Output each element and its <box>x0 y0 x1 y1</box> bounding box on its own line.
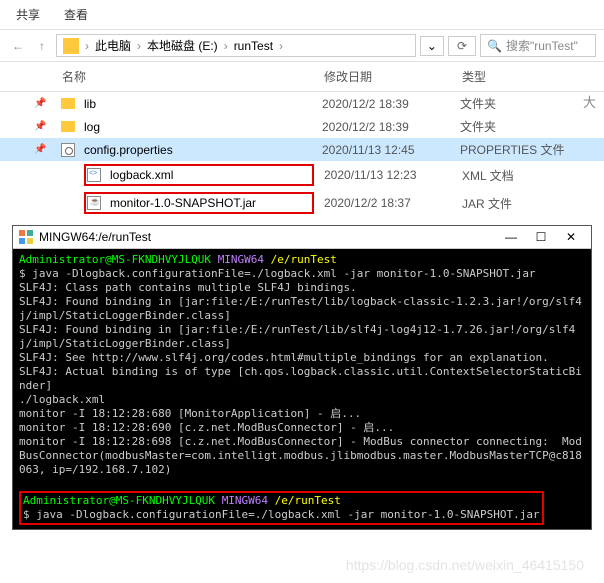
cfg-icon <box>60 142 76 158</box>
back-icon[interactable]: ← <box>8 36 28 56</box>
file-row[interactable]: logback.xml 2020/11/13 12:23XML 文档 <box>0 161 604 189</box>
file-type: JAR 文件 <box>462 195 604 212</box>
file-name: logback.xml <box>110 168 173 182</box>
file-date: 2020/11/13 12:23 <box>324 168 462 182</box>
file-date: 2020/12/2 18:39 <box>322 120 460 134</box>
search-icon: 🔍 <box>487 39 502 53</box>
bc-this-pc[interactable]: 此电脑 <box>95 37 131 54</box>
bc-drive[interactable]: 本地磁盘 (E:) <box>147 37 218 54</box>
chevron-right-icon: › <box>137 39 141 53</box>
watermark: https://blog.csdn.net/weixin_46415150 <box>346 557 584 573</box>
file-row[interactable]: 📌 log2020/12/2 18:39文件夹 <box>0 115 604 138</box>
folder-icon <box>60 119 76 135</box>
chevron-right-icon: › <box>85 39 89 53</box>
jar-icon <box>86 195 102 211</box>
file-row[interactable]: monitor-1.0-SNAPSHOT.jar 2020/12/2 18:37J… <box>0 189 604 217</box>
minimize-button[interactable]: — <box>505 230 517 244</box>
xml-icon <box>86 167 102 183</box>
col-size[interactable]: 大 <box>583 92 596 111</box>
breadcrumb[interactable]: › 此电脑 › 本地磁盘 (E:) › runTest › <box>56 34 416 57</box>
col-name[interactable]: 名称 <box>62 68 324 85</box>
share-menu[interactable]: 共享 <box>16 6 40 23</box>
file-date: 2020/11/13 12:45 <box>322 143 460 157</box>
file-type: 文件夹 <box>460 118 604 135</box>
view-menu[interactable]: 查看 <box>64 6 88 23</box>
chevron-right-icon: › <box>224 39 228 53</box>
dropdown-button[interactable]: ⌄ <box>420 36 444 56</box>
file-name: config.properties <box>84 143 322 157</box>
refresh-button[interactable]: ⟳ <box>448 36 476 56</box>
col-date[interactable]: 修改日期 <box>324 68 462 85</box>
refresh-icon: ⟳ <box>457 39 467 53</box>
file-name: monitor-1.0-SNAPSHOT.jar <box>110 196 256 210</box>
file-type: PROPERTIES 文件 <box>460 141 604 158</box>
maximize-button[interactable]: ☐ <box>535 230 547 244</box>
search-input[interactable]: 🔍 搜索"runTest" <box>480 34 596 57</box>
file-type: XML 文档 <box>462 167 604 184</box>
search-placeholder: 搜索"runTest" <box>506 37 578 54</box>
file-name: lib <box>84 97 322 111</box>
file-row[interactable]: 📌 config.properties2020/11/13 12:45PROPER… <box>0 138 604 161</box>
chevron-down-icon: ⌄ <box>427 39 437 53</box>
file-date: 2020/12/2 18:39 <box>322 97 460 111</box>
mingw-logo-icon <box>19 230 33 244</box>
terminal-window: MINGW64:/e/runTest — ☐ ✕ Administrator@M… <box>12 225 592 530</box>
bc-folder[interactable]: runTest <box>234 39 273 53</box>
close-button[interactable]: ✕ <box>565 230 577 244</box>
col-type[interactable]: 类型 <box>462 68 604 85</box>
terminal-body[interactable]: Administrator@MS-FKNDHVYJLQUK MINGW64 /e… <box>13 249 591 529</box>
file-name: log <box>84 120 322 134</box>
up-icon[interactable]: ↑ <box>32 36 52 56</box>
folder-icon <box>63 38 79 54</box>
pin-icon: 📌 <box>34 121 46 132</box>
folder-icon <box>60 96 76 112</box>
terminal-title: MINGW64:/e/runTest <box>39 230 505 244</box>
chevron-right-icon: › <box>279 39 283 53</box>
pin-icon: 📌 <box>34 144 46 155</box>
pin-icon: 📌 <box>34 98 46 109</box>
file-list: 📌lib2020/12/2 18:39文件夹📌log2020/12/2 18:3… <box>0 92 604 217</box>
file-date: 2020/12/2 18:37 <box>324 196 462 210</box>
file-row[interactable]: 📌lib2020/12/2 18:39文件夹 <box>0 92 604 115</box>
